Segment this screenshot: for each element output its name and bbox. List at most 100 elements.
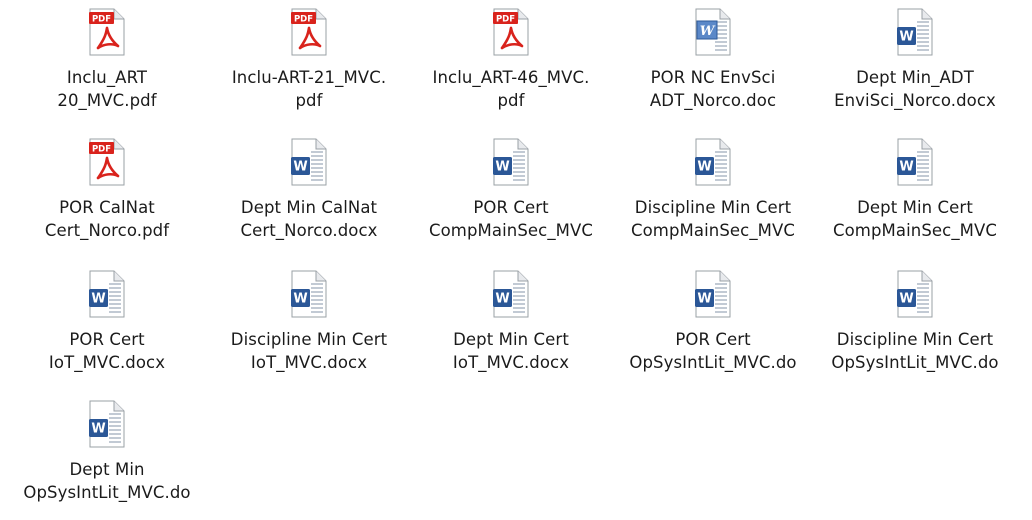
file-name-line1: Dept Min_ADT [856, 68, 974, 87]
file-icon-wrap: W [8, 392, 206, 448]
word-file-icon: W [88, 270, 126, 318]
word-file-icon: W [492, 270, 530, 318]
file-name-line1: Inclu-ART-21_MVC. [231, 68, 387, 87]
file-name-line2: IoT_MVC.docx [250, 353, 368, 372]
file-name-line1: Dept Min [69, 460, 145, 479]
word-file-icon: W [492, 138, 530, 186]
file-name: Discipline Min Cert OpSysIntLit_MVC.do [808, 328, 1022, 374]
file-item[interactable]: W POR Cert CompMainSec_MVC [412, 130, 610, 258]
svg-text:PDF: PDF [92, 15, 111, 25]
file-name-line1: POR Cert [69, 330, 145, 349]
file-name-line2: pdf [295, 91, 323, 110]
file-name-line2: Cert_Norco.docx [240, 221, 378, 240]
file-item[interactable]: W Dept Min Cert IoT_MVC.docx [412, 262, 610, 390]
pdf-file-icon: PDF [492, 8, 530, 56]
file-item[interactable]: PDF Inclu-ART-21_MVC. pdf [210, 0, 408, 128]
word-file-icon: W [290, 138, 328, 186]
file-icon-wrap: PDF [8, 130, 206, 186]
svg-text:W: W [495, 292, 509, 307]
file-name-line2: IoT_MVC.docx [48, 353, 166, 372]
word-file-icon: W [290, 270, 328, 318]
pdf-file-icon: PDF [88, 8, 126, 56]
file-name-line2: ADT_Norco.doc [649, 91, 777, 110]
file-name-line2: 20_MVC.pdf [57, 91, 157, 110]
file-icon-wrap: W [614, 130, 812, 186]
file-icon-wrap: PDF [412, 0, 610, 56]
svg-text:W: W [495, 160, 509, 175]
file-grid: PDF Inclu_ART 20_MVC.pdf PDF Inclu-ART-2… [0, 0, 1032, 520]
file-name-line2: CompMainSec_MVC [832, 221, 998, 240]
file-name-line2: CompMainSec_MVC [630, 221, 796, 240]
file-name: Discipline Min Cert IoT_MVC.docx [202, 328, 416, 374]
file-name: POR CalNat Cert_Norco.pdf [0, 196, 214, 242]
file-item[interactable]: W Dept Min OpSysIntLit_MVC.do [8, 392, 206, 520]
file-icon-wrap: W [412, 262, 610, 318]
file-item[interactable]: PDF POR CalNat Cert_Norco.pdf [8, 130, 206, 258]
svg-text:W: W [293, 292, 307, 307]
svg-text:W: W [293, 160, 307, 175]
file-icon-wrap: PDF [210, 0, 408, 56]
file-name-line1: Dept Min CalNat [240, 198, 378, 217]
file-name-line1: POR NC EnvSci [650, 68, 776, 87]
word-file-icon: W [896, 8, 934, 56]
file-item[interactable]: PDF Inclu_ART-46_MVC. pdf [412, 0, 610, 128]
svg-text:PDF: PDF [92, 145, 111, 155]
svg-text:W: W [899, 30, 913, 45]
file-name-line1: POR CalNat [59, 198, 155, 217]
file-name: Dept Min CalNat Cert_Norco.docx [202, 196, 416, 242]
file-item[interactable]: W Discipline Min Cert IoT_MVC.docx [210, 262, 408, 390]
file-name-line2: IoT_MVC.docx [452, 353, 570, 372]
file-name: Dept Min Cert IoT_MVC.docx [404, 328, 618, 374]
svg-text:W: W [697, 160, 711, 175]
word-file-icon: W [694, 138, 732, 186]
file-name: Inclu-ART-21_MVC. pdf [202, 66, 416, 112]
file-name: POR Cert CompMainSec_MVC [404, 196, 618, 242]
file-name-line1: Discipline Min Cert [634, 198, 792, 217]
file-name-line1: Dept Min Cert [453, 330, 569, 349]
file-item[interactable]: PDF Inclu_ART 20_MVC.pdf [8, 0, 206, 128]
word-legacy-file-icon: W [694, 8, 732, 56]
word-file-icon: W [88, 400, 126, 448]
svg-text:W: W [700, 24, 716, 39]
file-name: Inclu_ART 20_MVC.pdf [0, 66, 214, 112]
file-name-line1: POR Cert [473, 198, 549, 217]
file-icon-wrap: PDF [8, 0, 206, 56]
file-name-line2: OpSysIntLit_MVC.do [831, 353, 999, 372]
file-name: Inclu_ART-46_MVC. pdf [404, 66, 618, 112]
file-item[interactable]: W Discipline Min Cert OpSysIntLit_MVC.do [816, 262, 1014, 390]
svg-text:W: W [697, 292, 711, 307]
svg-text:W: W [899, 292, 913, 307]
file-name: Dept Min_ADT EnviSci_Norco.docx [808, 66, 1022, 112]
file-name-line1: Inclu_ART-46_MVC. [432, 68, 590, 87]
file-icon-wrap: W [210, 130, 408, 186]
file-name-line2: Cert_Norco.pdf [44, 221, 170, 240]
svg-text:W: W [899, 160, 913, 175]
file-name-line1: Dept Min Cert [857, 198, 973, 217]
file-name: Dept Min OpSysIntLit_MVC.do [0, 458, 214, 504]
file-name: Discipline Min Cert CompMainSec_MVC [606, 196, 820, 242]
file-item[interactable]: W Dept Min Cert CompMainSec_MVC [816, 130, 1014, 258]
word-file-icon: W [896, 270, 934, 318]
file-item[interactable]: W POR Cert OpSysIntLit_MVC.do [614, 262, 812, 390]
file-icon-wrap: W [816, 130, 1014, 186]
file-item[interactable]: W Discipline Min Cert CompMainSec_MVC [614, 130, 812, 258]
file-icon-wrap: W [816, 0, 1014, 56]
file-icon-wrap: W [210, 262, 408, 318]
pdf-file-icon: PDF [290, 8, 328, 56]
pdf-file-icon: PDF [88, 138, 126, 186]
file-name-line1: Discipline Min Cert [230, 330, 388, 349]
file-icon-wrap: W [614, 262, 812, 318]
svg-text:PDF: PDF [496, 15, 515, 25]
file-item[interactable]: W Dept Min CalNat Cert_Norco.docx [210, 130, 408, 258]
file-icon-wrap: W [614, 0, 812, 56]
file-item[interactable]: W POR Cert IoT_MVC.docx [8, 262, 206, 390]
file-name-line1: Discipline Min Cert [836, 330, 994, 349]
file-name-line2: OpSysIntLit_MVC.do [629, 353, 797, 372]
file-item[interactable]: W Dept Min_ADT EnviSci_Norco.docx [816, 0, 1014, 128]
file-item[interactable]: W POR NC EnvSci ADT_Norco.doc [614, 0, 812, 128]
file-name-line2: EnviSci_Norco.docx [834, 91, 996, 110]
word-file-icon: W [694, 270, 732, 318]
file-name: POR Cert OpSysIntLit_MVC.do [606, 328, 820, 374]
svg-text:W: W [91, 292, 105, 307]
file-name-line2: pdf [497, 91, 525, 110]
